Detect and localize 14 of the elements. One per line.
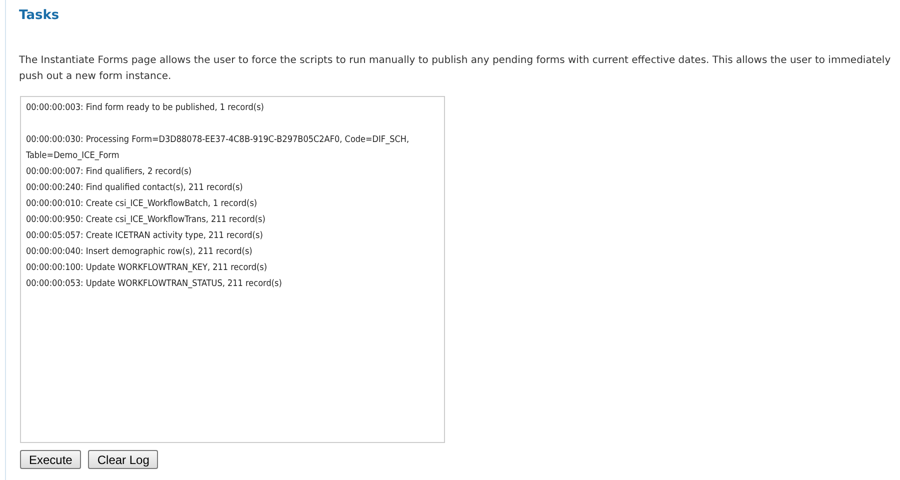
action-button[interactable]: Execute xyxy=(20,450,82,469)
log-line: 00:00:00:240: Find qualified contact(s), 211 record(s) xyxy=(26,182,244,195)
log-line: 00:00:00:053: Update WORKFLOWTRAN_STATUS, 211 record(s) xyxy=(26,278,283,291)
page-title: Tasks xyxy=(19,8,60,23)
log-line: 00:00:00:003: Find form ready to be published, 1 record(s) xyxy=(26,102,265,115)
log-line: 00:00:00:010: Create csi_ICE_WorkflowBatch, 1 record(s) xyxy=(26,198,258,211)
log-line: 00:00:00:950: Create csi_ICE_WorkflowTrans, 211 record(s) xyxy=(26,214,266,227)
log-line: 00:00:00:100: Update WORKFLOWTRAN_KEY, 211 record(s) xyxy=(26,262,268,275)
log-line: 00:00:00:040: Insert demographic row(s), 211 record(s) xyxy=(26,246,254,259)
description-text: The Instantiate Forms page allows the user to force the scripts to run manually to publish any pending forms with current effective dates. This allows the user to immediately push out a new form instance. xyxy=(19,54,892,84)
log-line: 00:00:00:030: Processing Form=D3D88078-EE37-4C8B-919C-B297B05C2AF0, Code=DIF_SCH, Table=Demo_ICE_Form xyxy=(26,134,410,163)
log-line: 00:00:00:007: Find qualifiers, 2 record(s) xyxy=(26,166,193,179)
action-button[interactable]: Clear Log xyxy=(88,450,158,469)
log-line: 00:00:05:057: Create ICETRAN activity type, 211 record(s) xyxy=(26,230,264,243)
